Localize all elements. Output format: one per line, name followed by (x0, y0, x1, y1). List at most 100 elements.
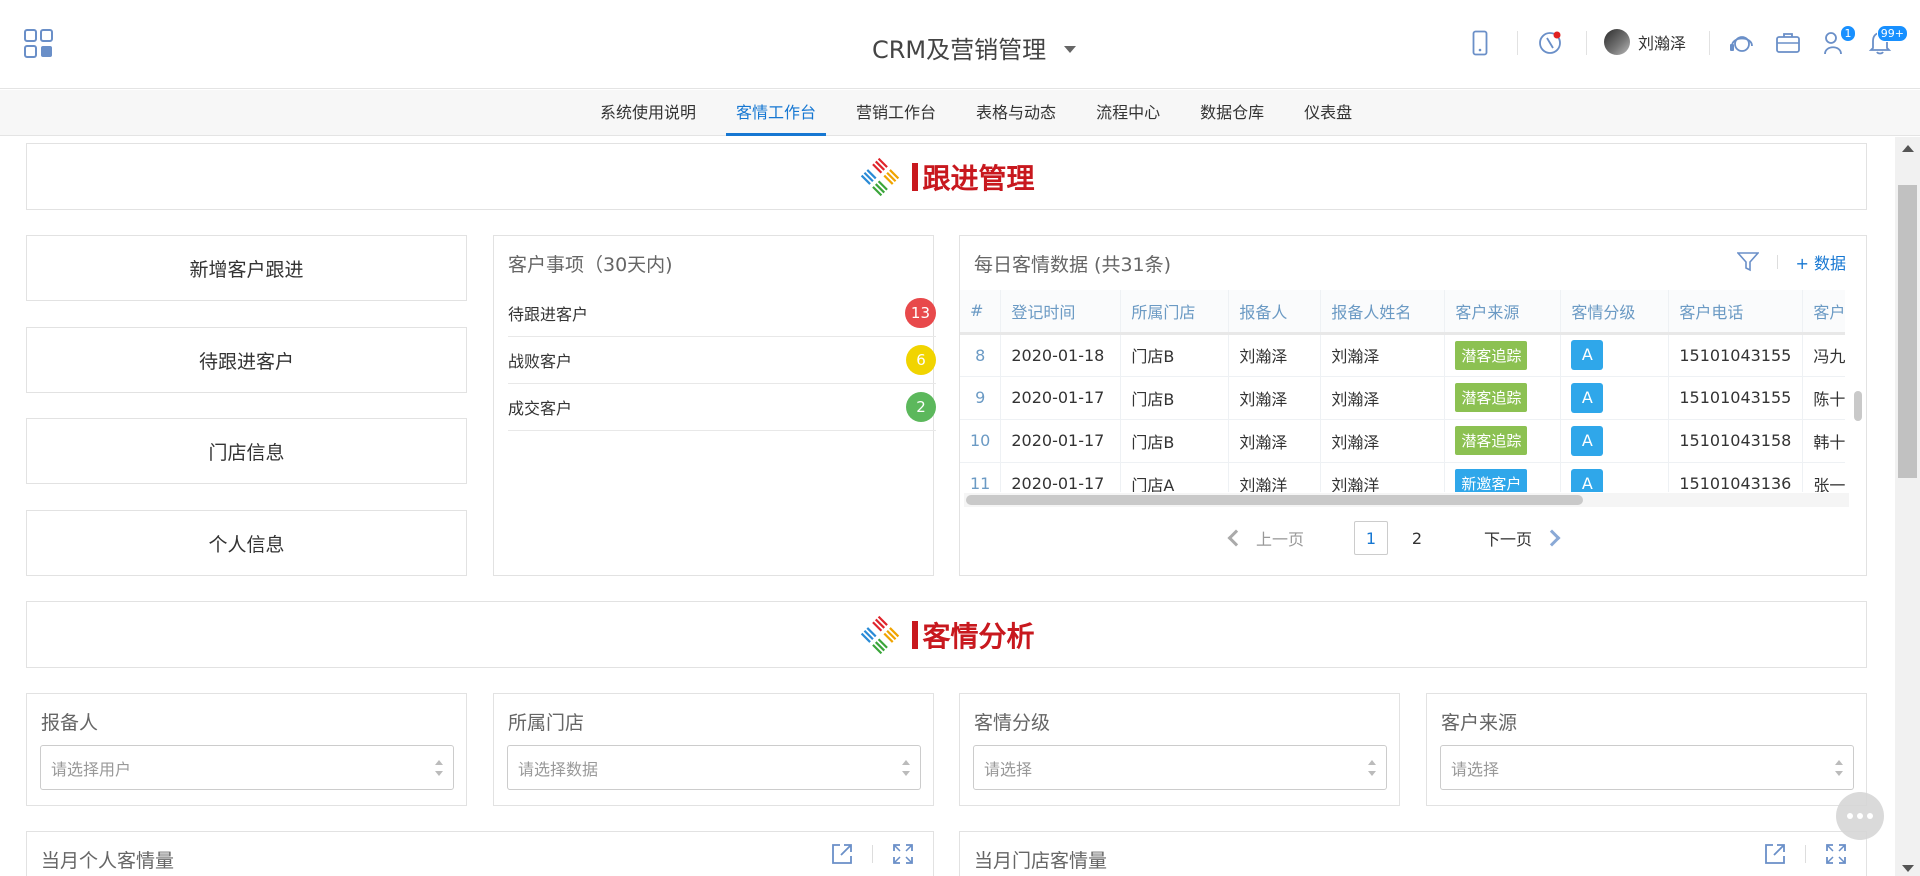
filter-label: 客情分级 (974, 712, 1051, 734)
tab-4[interactable]: 流程中心 (1076, 90, 1180, 136)
section-title: 跟进管理 (912, 157, 1034, 197)
column-header[interactable]: 客户来源 (1444, 290, 1562, 335)
matter-label: 战败客户 (508, 352, 573, 371)
tab-2[interactable]: 营销工作台 (836, 90, 956, 136)
page-1-button[interactable]: 1 (1354, 521, 1389, 555)
panel-title: 每日客情数据 (共31条) (974, 254, 1172, 276)
column-header[interactable]: 所属门店 (1120, 290, 1230, 335)
data-table-viewport[interactable]: #登记时间所属门店报备人报备人姓名客户来源客情分级客户电话客户姓名 82020-… (960, 290, 1845, 492)
scroll-up-arrow-icon[interactable] (1902, 145, 1914, 152)
column-header[interactable]: 登记时间 (1000, 290, 1122, 335)
task-badge: 1 (1840, 25, 1856, 42)
cell-date: 2020-01-17 (1000, 419, 1122, 463)
bell-icon[interactable]: 99+ (1866, 25, 1908, 57)
source-tag: 潜客追踪 (1455, 383, 1528, 412)
fullscreen-icon[interactable] (891, 842, 915, 866)
top-bar: CRM及营销管理 刘瀚泽 1 99+ (0, 0, 1920, 89)
more-floating-button[interactable] (1836, 792, 1884, 840)
column-header[interactable]: 客户电话 (1668, 290, 1804, 335)
tab-3[interactable]: 表格与动态 (956, 90, 1076, 136)
column-header[interactable]: 报备人姓名 (1320, 290, 1446, 335)
reporter-select[interactable]: 请选择用户 (40, 745, 454, 790)
cell-grade: A (1560, 462, 1670, 492)
cell-phone: 15101043158 (1668, 419, 1804, 463)
matter-row[interactable]: 成交客户 2 (508, 384, 936, 431)
panel-title: 客户事项（30天内) (508, 254, 673, 276)
matter-row[interactable]: 待跟进客户 13 (508, 290, 936, 337)
table-row[interactable]: 10 2020-01-17 门店B 刘瀚泽 刘瀚泽 潜客追踪 A 15101043158 韩十 (960, 419, 1845, 463)
grade-badge: A (1571, 340, 1604, 370)
column-header[interactable]: 客户姓名 (1802, 290, 1845, 335)
scrollbar-thumb[interactable] (966, 495, 1583, 505)
logo-icon (861, 157, 900, 196)
mobile-icon[interactable] (1466, 29, 1494, 57)
source-select[interactable]: 请选择 (1440, 745, 1854, 790)
matter-row[interactable]: 战败客户 6 (508, 337, 936, 384)
source-tag: 潜客追踪 (1455, 340, 1528, 370)
column-header[interactable]: 客情分级 (1560, 290, 1670, 335)
tab-0[interactable]: 系统使用说明 (580, 90, 716, 136)
open-external-icon[interactable] (1763, 842, 1787, 866)
page-scrollbar[interactable] (1895, 137, 1920, 876)
scrollbar-thumb[interactable] (1898, 185, 1917, 478)
grade-select[interactable]: 请选择 (973, 745, 1387, 790)
store-select[interactable]: 请选择数据 (507, 745, 921, 790)
cell-store: 门店B (1120, 419, 1230, 463)
briefcase-icon[interactable] (1774, 29, 1802, 57)
open-external-icon[interactable] (830, 842, 854, 866)
page-2-button[interactable]: 2 (1400, 521, 1434, 555)
add-data-button[interactable]: + 数据 (1796, 250, 1847, 274)
cell-no: 10 (960, 419, 1002, 463)
table-vertical-scrollbar[interactable] (1854, 391, 1862, 421)
column-header[interactable]: 报备人 (1228, 290, 1322, 335)
button-label: 待跟进客户 (198, 350, 294, 373)
dot-icon (1857, 813, 1863, 819)
next-page-button[interactable]: 下一页 (1484, 526, 1561, 550)
dot-icon (1847, 813, 1853, 819)
select-placeholder: 请选择数据 (518, 759, 599, 779)
new-followup-button[interactable]: 新增客户跟进 (26, 235, 467, 301)
cell-reporter: 刘瀚泽 (1228, 333, 1322, 377)
count-badge: 6 (906, 345, 936, 375)
cell-source: 潜客追踪 (1444, 419, 1562, 463)
fullscreen-icon[interactable] (1824, 842, 1848, 866)
table-row[interactable]: 9 2020-01-17 门店B 刘瀚泽 刘瀚泽 潜客追踪 A 15101043155 陈十 (960, 376, 1845, 420)
user-name: 刘瀚泽 (1638, 34, 1687, 53)
divider (872, 845, 873, 863)
filter-label: 报备人 (41, 712, 99, 734)
nav-tabs: 系统使用说明 客情工作台 营销工作台 表格与动态 流程中心 数据仓库 仪表盘 (580, 90, 1372, 136)
main-content: 跟进管理 新增客户跟进 待跟进客户 门店信息 个人信息 客户事项（30天内) 待… (0, 137, 1895, 876)
matter-label: 成交客户 (508, 399, 573, 418)
filter-icon[interactable] (1736, 252, 1759, 272)
cell-customer: 张一 (1802, 462, 1845, 492)
tab-6[interactable]: 仪表盘 (1284, 90, 1372, 136)
table-row[interactable]: 8 2020-01-18 门店B 刘瀚泽 刘瀚泽 潜客追踪 A 15101043155 冯九 (960, 333, 1845, 377)
grade-badge: A (1571, 468, 1604, 492)
prev-page-button[interactable]: 上一页 (1227, 526, 1304, 550)
store-info-button[interactable]: 门店信息 (26, 418, 467, 484)
tab-5[interactable]: 数据仓库 (1180, 90, 1284, 136)
button-label: 新增客户跟进 (189, 258, 304, 281)
app-title: CRM及营销管理 (872, 36, 1047, 64)
filter-grade: 客情分级 请选择 (959, 693, 1400, 806)
support-icon[interactable] (1728, 29, 1756, 57)
daily-data-panel: 每日客情数据 (共31条) + 数据 # 登记时间 所属门店 报备人 报备人姓名 客户来源… (959, 235, 1867, 576)
app-grid-icon[interactable] (24, 29, 54, 59)
divider (1709, 31, 1710, 55)
table-row[interactable]: 11 2020-01-17 门店A 刘瀚洋 刘瀚洋 新邀客户 A 15101043136 张一 (960, 462, 1845, 492)
select-placeholder: 请选择用户 (51, 759, 132, 779)
personal-info-button[interactable]: 个人信息 (26, 510, 467, 576)
column-header[interactable]: # (960, 290, 1002, 335)
cell-reporter: 刘瀚泽 (1228, 376, 1322, 420)
pending-customers-button[interactable]: 待跟进客户 (26, 327, 467, 393)
tab-1[interactable]: 客情工作台 (716, 90, 836, 136)
cell-reporter-name: 刘瀚泽 (1320, 419, 1446, 463)
compass-icon[interactable] (1536, 29, 1564, 57)
scroll-down-arrow-icon[interactable] (1902, 865, 1914, 872)
select-placeholder: 请选择 (1451, 759, 1500, 779)
table-horizontal-scrollbar[interactable] (964, 493, 1849, 507)
app-title-dropdown[interactable]: CRM及营销管理 (872, 30, 1077, 65)
task-icon[interactable]: 1 (1820, 25, 1856, 57)
user-menu[interactable]: 刘瀚泽 (1604, 29, 1686, 55)
source-tag: 新邀客户 (1455, 469, 1528, 492)
